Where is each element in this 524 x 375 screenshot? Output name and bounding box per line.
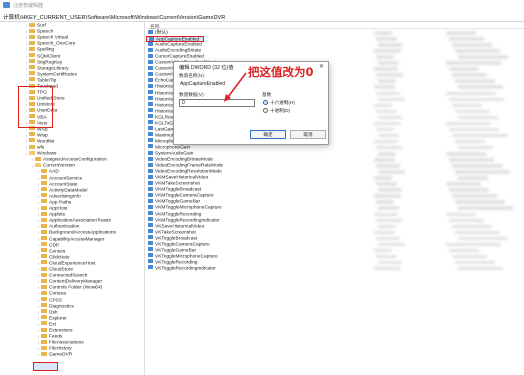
annotation-arrow [224, 72, 247, 102]
annotation-text: 把这值改为0 [248, 65, 314, 79]
registry-editor-window: 注册表编辑器 计算机\HKEY_CURRENT_USER\Software\Mi… [0, 0, 524, 375]
